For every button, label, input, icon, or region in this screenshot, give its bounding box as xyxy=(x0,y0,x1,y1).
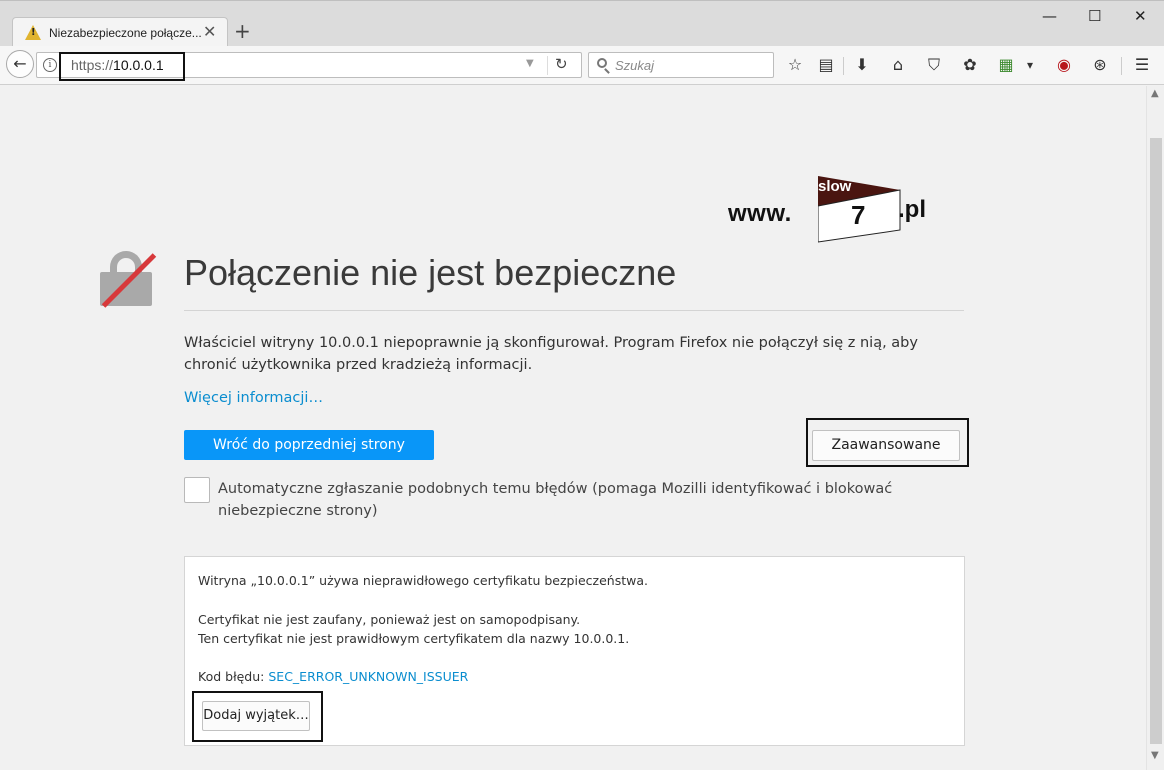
new-tab-button[interactable]: + xyxy=(234,19,251,43)
url-bar[interactable]: i https://10.0.0.1 ▼ ↻ xyxy=(36,52,582,81)
page-title: Połączenie nie jest bezpieczne xyxy=(184,252,677,293)
url-separator xyxy=(547,56,548,75)
scroll-up-icon[interactable]: ▲ xyxy=(1151,88,1159,99)
details-line-1: Witryna „10.0.0.1” używa nieprawidłowego… xyxy=(198,573,648,588)
logo-www: www. xyxy=(728,200,792,227)
tab-close-icon[interactable]: ✕ xyxy=(203,22,216,41)
search-placeholder: Szukaj xyxy=(615,58,655,73)
extension-dropdown-icon[interactable]: ▾ xyxy=(1019,54,1041,76)
download-icon[interactable]: ⬇ xyxy=(851,54,873,76)
report-errors-label: Automatyczne zgłaszanie podobnych temu b… xyxy=(218,481,893,519)
search-input[interactable]: Szukaj xyxy=(588,52,774,78)
report-errors-checkbox[interactable] xyxy=(184,477,210,503)
error-description: Właściciel witryny 10.0.0.1 niepoprawnie… xyxy=(184,335,918,373)
reading-list-icon[interactable]: ▤ xyxy=(815,54,837,76)
error-code-link[interactable]: SEC_ERROR_UNKNOWN_ISSUER xyxy=(268,669,468,684)
reload-icon[interactable]: ↻ xyxy=(555,55,568,73)
home-icon[interactable]: ⌂ xyxy=(887,54,909,76)
go-back-button[interactable]: Wróć do poprzedniej strony xyxy=(184,430,434,460)
error-code-label: Kod błędu: xyxy=(198,669,269,684)
logo-seven: 7 xyxy=(851,200,866,230)
minimize-button[interactable]: — xyxy=(1042,7,1057,25)
extension-icon[interactable]: ✿ xyxy=(959,54,981,76)
scroll-thumb[interactable] xyxy=(1150,138,1162,744)
menu-icon[interactable]: ☰ xyxy=(1131,54,1153,76)
pocket-icon[interactable]: ⛉ xyxy=(923,54,945,76)
navigation-bar: ← i https://10.0.0.1 ▼ ↻ Szukaj ☆ ▤ ⬇ ⌂ … xyxy=(0,46,1164,85)
scroll-down-icon[interactable]: ▼ xyxy=(1151,750,1159,761)
url-protocol: https:// xyxy=(71,57,114,73)
logo-slow: slow xyxy=(818,178,852,195)
extension-icon-2[interactable]: ▦ xyxy=(995,54,1017,76)
url-history-dropdown-icon[interactable]: ▼ xyxy=(526,58,534,69)
tab-title: Niezabezpieczone połącze... xyxy=(49,26,202,40)
vertical-scrollbar[interactable]: ▲ ▼ xyxy=(1146,86,1164,770)
tab-active[interactable]: Niezabezpieczone połącze... ✕ xyxy=(12,17,228,47)
toolbar-separator xyxy=(843,57,844,75)
addon-icon[interactable]: ⊛ xyxy=(1089,54,1111,76)
details-line-2: Certyfikat nie jest zaufany, ponieważ je… xyxy=(198,612,581,627)
maximize-button[interactable]: ☐ xyxy=(1088,7,1101,25)
warning-icon xyxy=(25,25,41,40)
error-code-line: Kod błędu: SEC_ERROR_UNKNOWN_ISSUER xyxy=(198,669,468,684)
back-button[interactable]: ← xyxy=(6,50,34,78)
title-divider xyxy=(184,310,964,311)
toolbar-separator xyxy=(1121,57,1122,75)
search-icon xyxy=(597,58,607,68)
advanced-button[interactable]: Zaawansowane xyxy=(812,430,960,461)
ublock-icon[interactable]: ◉ xyxy=(1053,54,1075,76)
url-host: 10.0.0.1 xyxy=(113,57,164,73)
close-window-button[interactable]: ✕ xyxy=(1134,7,1147,25)
add-exception-button[interactable]: Dodaj wyjątek… xyxy=(202,701,310,731)
details-line-3: Ten certyfikat nie jest prawidłowym cert… xyxy=(198,631,630,646)
logo-pl: .pl xyxy=(898,196,926,223)
tab-bar: Niezabezpieczone połącze... ✕ + — ☐ ✕ xyxy=(0,0,1164,47)
more-info-link[interactable]: Więcej informacji… xyxy=(184,390,323,406)
url-text[interactable]: https://10.0.0.1 xyxy=(71,57,164,73)
bookmark-star-icon[interactable]: ☆ xyxy=(784,54,806,76)
advanced-details-panel: Witryna „10.0.0.1” używa nieprawidłowego… xyxy=(184,556,965,746)
site-info-icon[interactable]: i xyxy=(43,58,57,72)
